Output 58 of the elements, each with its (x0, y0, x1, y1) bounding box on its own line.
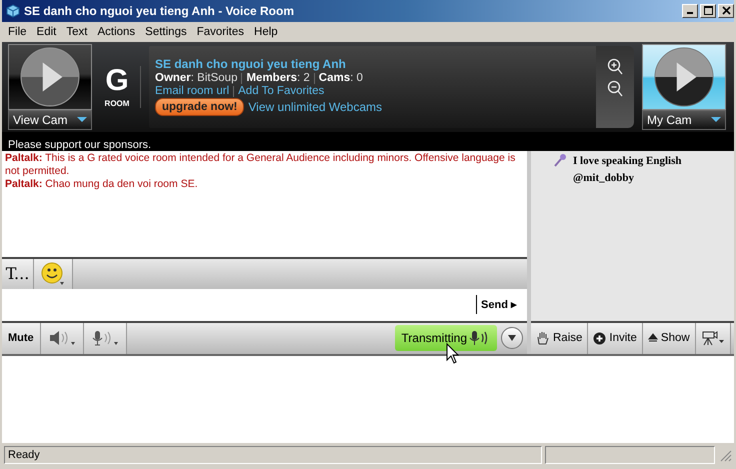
cams-text: Cams: 0 (318, 72, 363, 84)
transmitting-button[interactable]: Transmitting (395, 325, 497, 352)
play-icon[interactable] (19, 46, 81, 108)
email-room-link[interactable]: Email room url (155, 85, 230, 98)
camera-menu-button[interactable] (696, 322, 731, 354)
invite-button[interactable]: Invite (588, 322, 643, 354)
sponsor-text: Please support our sponsors. (8, 138, 152, 151)
resize-grip-icon[interactable] (718, 448, 732, 462)
add-favorites-link[interactable]: Add To Favorites (238, 85, 324, 98)
eject-icon (648, 333, 658, 344)
maximize-icon (704, 6, 712, 16)
menu-item[interactable]: Actions (93, 26, 140, 38)
message-input-field[interactable]: Send ▸ (2, 288, 527, 321)
zoom-out-icon[interactable] (607, 80, 623, 98)
microphone-icon (90, 330, 120, 346)
chat-message: Paltalk: Chao mung da den voi room SE. (5, 178, 199, 191)
menu-item[interactable]: File (4, 26, 31, 38)
dropdown-button[interactable] (501, 327, 523, 350)
maximize-button[interactable] (700, 4, 716, 18)
user-name[interactable]: I love speaking English (573, 152, 682, 170)
chat-message: Paltalk: This is a G rated voice room intended for a General Audience including minors. Offensive language is not permitted. (5, 152, 516, 178)
mouse-cursor-icon (446, 342, 460, 365)
zoom-in-icon[interactable] (607, 58, 623, 76)
menu-item[interactable]: Settings (141, 26, 191, 38)
menu-item[interactable]: Help (250, 26, 282, 38)
owner-text: Owner: BitSoup (155, 72, 238, 84)
view-cam-dropdown[interactable]: View Cam (8, 110, 92, 130)
smiley-icon (40, 260, 66, 287)
room-name: SE danh cho nguoi yeu tieng Anh (155, 57, 347, 72)
font-button[interactable]: T... (2, 258, 34, 289)
menu-item[interactable]: Edit (32, 26, 60, 38)
rating-label: ROOM (104, 98, 130, 108)
microphone-volume-button[interactable] (84, 322, 127, 354)
status-text: Ready (4, 446, 542, 464)
show-button[interactable]: Show (642, 322, 696, 354)
speaker-volume-button[interactable] (40, 322, 84, 354)
close-icon (722, 6, 730, 16)
minimize-button[interactable] (682, 4, 698, 18)
user-name[interactable]: @mit_dobby (573, 170, 682, 187)
window-title: SE danh cho nguoi yeu tieng Anh - Voice Room (24, 4, 294, 18)
webcams-link[interactable]: View unlimited Webcams (248, 100, 382, 114)
menu-item[interactable]: Text (62, 26, 92, 38)
my-cam-dropdown[interactable]: My Cam (642, 110, 726, 130)
close-button[interactable] (718, 4, 734, 18)
menu-item[interactable]: Favorites (192, 26, 248, 38)
members-text: Members: 2 (246, 72, 310, 84)
send-button[interactable]: Send ▸ (476, 295, 521, 314)
upgrade-button[interactable]: upgrade now! (155, 98, 244, 116)
rating-letter: G (105, 66, 129, 96)
plus-icon (593, 332, 606, 345)
cube-icon (6, 4, 20, 18)
camera-icon (700, 330, 725, 346)
mute-button[interactable]: Mute (2, 322, 41, 354)
play-icon[interactable] (653, 46, 715, 108)
hand-icon (536, 331, 550, 346)
emoticon-button[interactable] (34, 258, 73, 289)
caret-icon (507, 334, 517, 342)
raise-hand-button[interactable]: Raise (531, 322, 588, 354)
